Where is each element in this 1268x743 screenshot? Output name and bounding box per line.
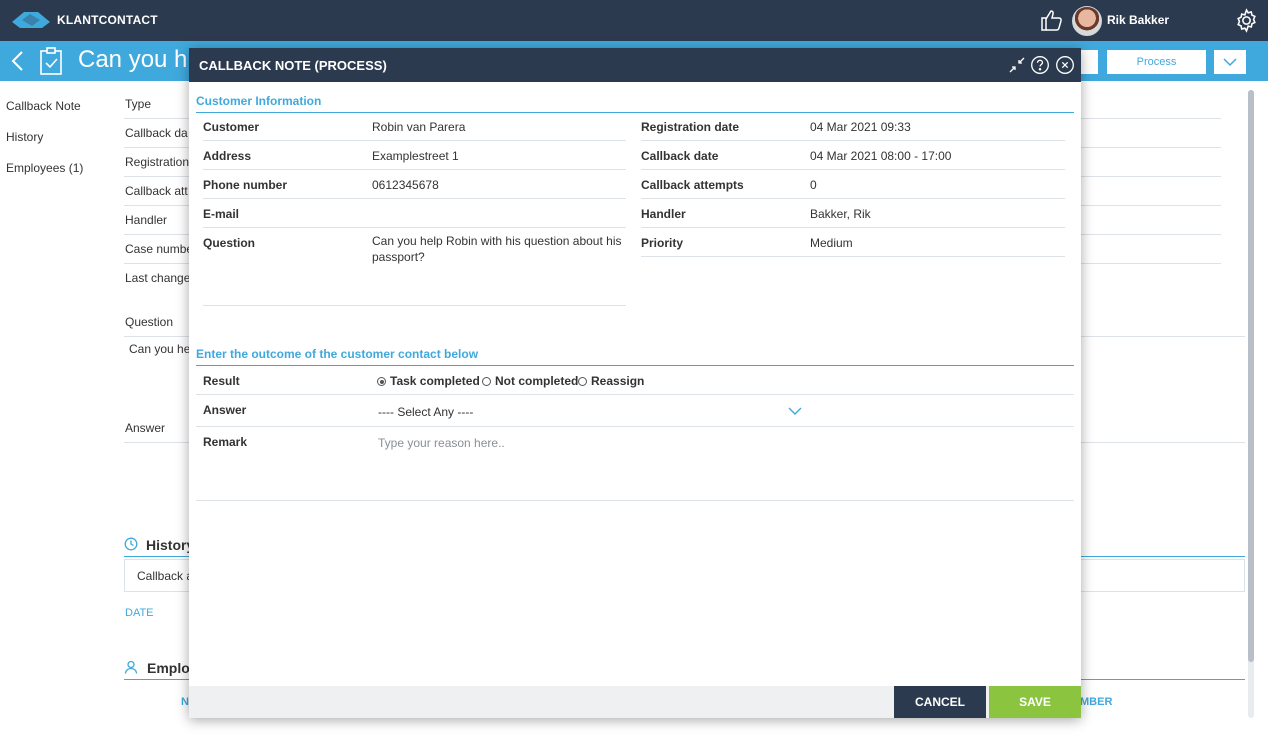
number-column-header[interactable]: MBER bbox=[1080, 696, 1112, 708]
divider bbox=[196, 500, 1074, 501]
radio-label-task-completed[interactable]: Task completed bbox=[390, 374, 480, 388]
scrollbar-thumb[interactable] bbox=[1248, 90, 1254, 662]
callback-attempts-value: 0 bbox=[810, 178, 817, 192]
outcome-title: Enter the outcome of the customer contac… bbox=[196, 347, 479, 361]
result-radio-group: Task completed Not completed Reassign bbox=[189, 372, 1081, 392]
callback-date-label: Callback date bbox=[641, 149, 719, 163]
divider bbox=[641, 169, 1065, 170]
date-column-header[interactable]: DATE bbox=[125, 607, 154, 619]
section-divider bbox=[196, 112, 1074, 113]
address-value: Examplestreet 1 bbox=[372, 149, 459, 163]
field-label: Handler bbox=[125, 213, 168, 227]
answer-select[interactable]: ---- Select Any ---- bbox=[372, 400, 802, 424]
callback-note-modal: CALLBACK NOTE (PROCESS) Customer Informa… bbox=[189, 48, 1081, 718]
priority-label: Priority bbox=[641, 236, 684, 250]
customer-label: Customer bbox=[203, 120, 260, 134]
nav-item-employees[interactable]: Employees (1) bbox=[6, 161, 83, 192]
remark-row bbox=[189, 433, 1081, 453]
process-button[interactable]: Process bbox=[1107, 50, 1206, 74]
divider bbox=[203, 169, 626, 170]
answer-select-value: ---- Select Any ---- bbox=[378, 405, 474, 419]
radio-label-reassign[interactable]: Reassign bbox=[591, 374, 644, 388]
divider bbox=[641, 198, 1065, 199]
handler-value: Bakker, Rik bbox=[810, 207, 871, 221]
phone-label: Phone number bbox=[203, 178, 288, 192]
customer-info-title: Customer Information bbox=[196, 94, 322, 108]
avatar[interactable] bbox=[1072, 6, 1102, 36]
divider bbox=[196, 394, 1074, 395]
answer-row: ---- Select Any ---- bbox=[189, 400, 1081, 424]
history-filter-text: Callback a bbox=[137, 569, 194, 583]
clipboard-check-icon bbox=[40, 47, 62, 75]
nav-item-history[interactable]: History bbox=[6, 130, 83, 161]
logo-icon[interactable] bbox=[12, 10, 50, 30]
field-label: Last change bbox=[125, 271, 191, 285]
divider bbox=[641, 227, 1065, 228]
modal-title: CALLBACK NOTE (PROCESS) bbox=[199, 58, 387, 73]
answer-label: Answer bbox=[125, 421, 166, 435]
divider bbox=[203, 140, 626, 141]
divider bbox=[196, 426, 1074, 427]
nav-item-callback-note[interactable]: Callback Note bbox=[6, 99, 83, 130]
brand-name: KLANTCONTACT bbox=[57, 13, 158, 27]
top-bar: KLANTCONTACT Rik Bakker bbox=[0, 0, 1268, 41]
radio-label-not-completed[interactable]: Not completed bbox=[495, 374, 578, 388]
callback-date-value: 04 Mar 2021 08:00 - 17:00 bbox=[810, 149, 952, 163]
priority-value: Medium bbox=[810, 236, 853, 250]
modal-footer: CANCEL SAVE bbox=[189, 686, 1081, 718]
registration-date-label: Registration date bbox=[641, 120, 740, 134]
field-label: Type bbox=[125, 97, 152, 111]
cancel-button[interactable]: CANCEL bbox=[894, 686, 986, 718]
question-text: Can you hel bbox=[129, 342, 194, 356]
question-value: Can you help Robin with his question abo… bbox=[372, 234, 622, 264]
radio-not-completed[interactable] bbox=[482, 377, 491, 386]
chevron-down-icon bbox=[1223, 58, 1237, 67]
field-label: Registration bbox=[125, 155, 190, 169]
field-label: Callback da bbox=[125, 126, 188, 140]
user-name[interactable]: Rik Bakker bbox=[1107, 13, 1169, 27]
name-column-header[interactable]: N bbox=[181, 696, 189, 708]
question-label: Question bbox=[125, 315, 174, 329]
action-button[interactable] bbox=[1078, 50, 1098, 74]
radio-task-completed[interactable] bbox=[377, 377, 386, 386]
registration-date-value: 04 Mar 2021 09:33 bbox=[810, 120, 911, 134]
help-icon[interactable] bbox=[1030, 55, 1050, 75]
question-label: Question bbox=[203, 236, 256, 250]
section-divider bbox=[196, 365, 1074, 366]
divider bbox=[203, 305, 626, 306]
page-title: Can you he bbox=[78, 46, 188, 73]
employees-section-title: Emplo bbox=[147, 660, 190, 676]
address-label: Address bbox=[203, 149, 252, 163]
save-button[interactable]: SAVE bbox=[989, 686, 1081, 718]
handler-label: Handler bbox=[641, 207, 686, 221]
remark-input[interactable] bbox=[372, 433, 872, 453]
radio-reassign[interactable] bbox=[578, 377, 587, 386]
chevron-down-icon[interactable] bbox=[788, 406, 802, 416]
divider bbox=[203, 198, 626, 199]
email-label: E-mail bbox=[203, 207, 240, 221]
modal-header: CALLBACK NOTE (PROCESS) bbox=[189, 48, 1081, 82]
back-arrow-icon[interactable] bbox=[8, 50, 28, 72]
callback-attempts-label: Callback attempts bbox=[641, 178, 744, 192]
left-nav: Callback Note History Employees (1) bbox=[6, 99, 83, 192]
minimize-icon[interactable] bbox=[1007, 55, 1027, 75]
thumbs-up-icon[interactable] bbox=[1040, 8, 1064, 32]
gear-icon[interactable] bbox=[1234, 8, 1259, 33]
divider bbox=[641, 140, 1065, 141]
phone-value: 0612345678 bbox=[372, 178, 439, 192]
user-icon bbox=[124, 660, 138, 674]
history-section-title: History bbox=[146, 537, 195, 553]
clock-icon bbox=[124, 537, 138, 551]
divider bbox=[641, 256, 1065, 257]
field-label: Case numbe bbox=[125, 242, 194, 256]
close-icon[interactable] bbox=[1055, 55, 1075, 75]
customer-value: Robin van Parera bbox=[372, 120, 466, 134]
field-label: Callback att bbox=[125, 184, 188, 198]
actions-dropdown-button[interactable] bbox=[1214, 50, 1246, 74]
divider bbox=[203, 227, 626, 228]
page-scrollbar[interactable] bbox=[1248, 90, 1254, 718]
